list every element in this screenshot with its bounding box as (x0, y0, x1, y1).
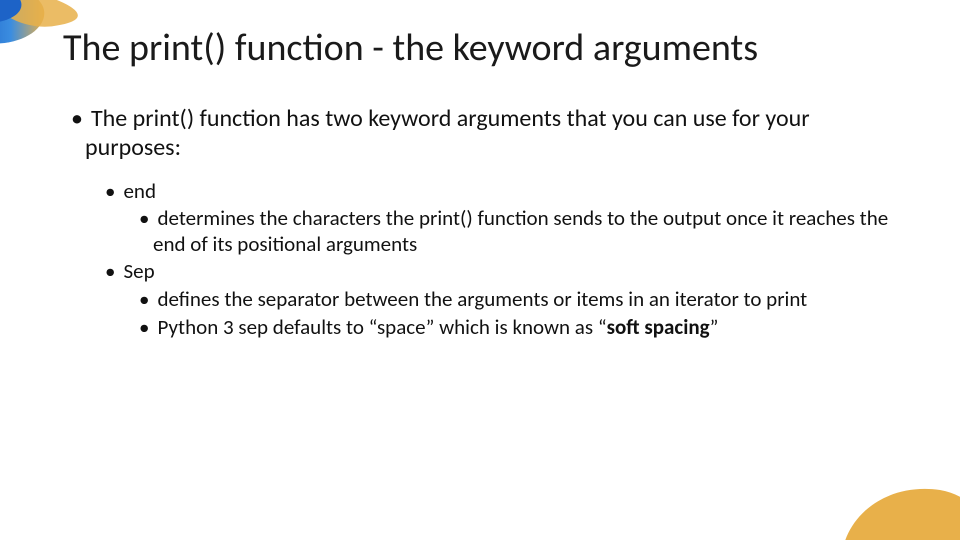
body-intro: The print() function has two keyword arg… (85, 104, 903, 163)
kwarg-desc: determines the characters the print() fu… (153, 206, 903, 257)
slide: The print() function - the keyword argum… (0, 0, 960, 540)
kwarg-extra: Python 3 sep defaults to “space” which i… (153, 315, 903, 341)
kwarg-desc: defines the separator between the argume… (153, 287, 903, 313)
kwarg-name: end (119, 179, 903, 205)
slide-body: The print() function has two keyword arg… (63, 104, 903, 342)
slide-title: The print() function - the keyword argum… (63, 28, 758, 70)
kwarg-name: Sep (119, 259, 903, 285)
text: ” (710, 314, 719, 340)
text: Python 3 sep defaults to “space” which i… (157, 314, 606, 340)
bold-text: soft spacing (607, 314, 710, 340)
corner-blob-icon (790, 440, 960, 540)
